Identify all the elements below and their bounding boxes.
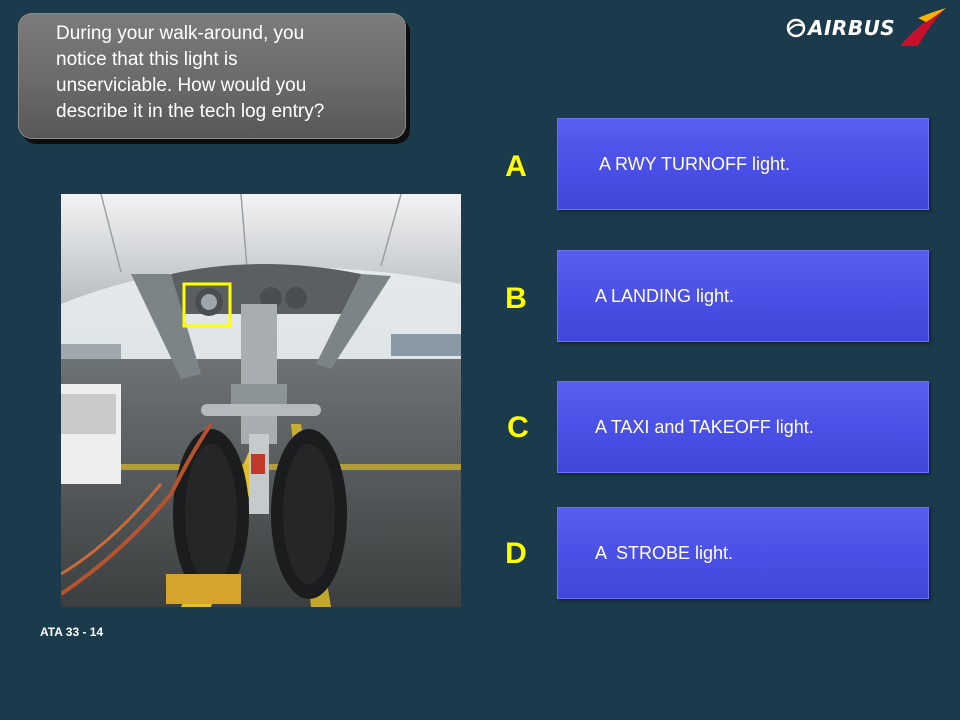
- question-line: notice that this light is: [56, 49, 238, 70]
- option-a-button[interactable]: A RWY TURNOFF light.: [557, 118, 929, 210]
- airbus-logo: AIRBUS: [786, 8, 946, 50]
- option-a-letter: A: [505, 150, 527, 183]
- logo-text: AIRBUS: [808, 16, 896, 40]
- nose-gear-illustration: [61, 194, 461, 607]
- nose-gear-photo: [61, 194, 461, 607]
- option-d-button[interactable]: A STROBE light.: [557, 507, 929, 599]
- option-b-button[interactable]: A LANDING light.: [557, 250, 929, 342]
- option-b-letter: B: [505, 282, 527, 315]
- option-d-letter: D: [505, 537, 527, 570]
- ata-reference: ATA 33 - 14: [40, 625, 104, 639]
- airbus-globe-icon: [786, 18, 806, 38]
- option-c-label: A TAXI and TAKEOFF light.: [595, 417, 814, 437]
- option-a-label: A RWY TURNOFF light.: [599, 154, 791, 174]
- question-line: describe it in the tech log entry?: [56, 101, 325, 122]
- question-line: unserviciable. How would you: [56, 75, 307, 96]
- option-c-button[interactable]: A TAXI and TAKEOFF light.: [557, 381, 929, 473]
- airline-swoosh-icon: [900, 8, 946, 46]
- option-c-letter: C: [507, 411, 529, 444]
- question-box: During your walk-around, you notice that…: [18, 13, 406, 139]
- question-line: During your walk-around, you: [56, 23, 305, 44]
- option-d-label: A STROBE light.: [595, 543, 734, 563]
- question-text: During your walk-around, you notice that…: [56, 21, 396, 125]
- option-b-label: A LANDING light.: [595, 286, 735, 306]
